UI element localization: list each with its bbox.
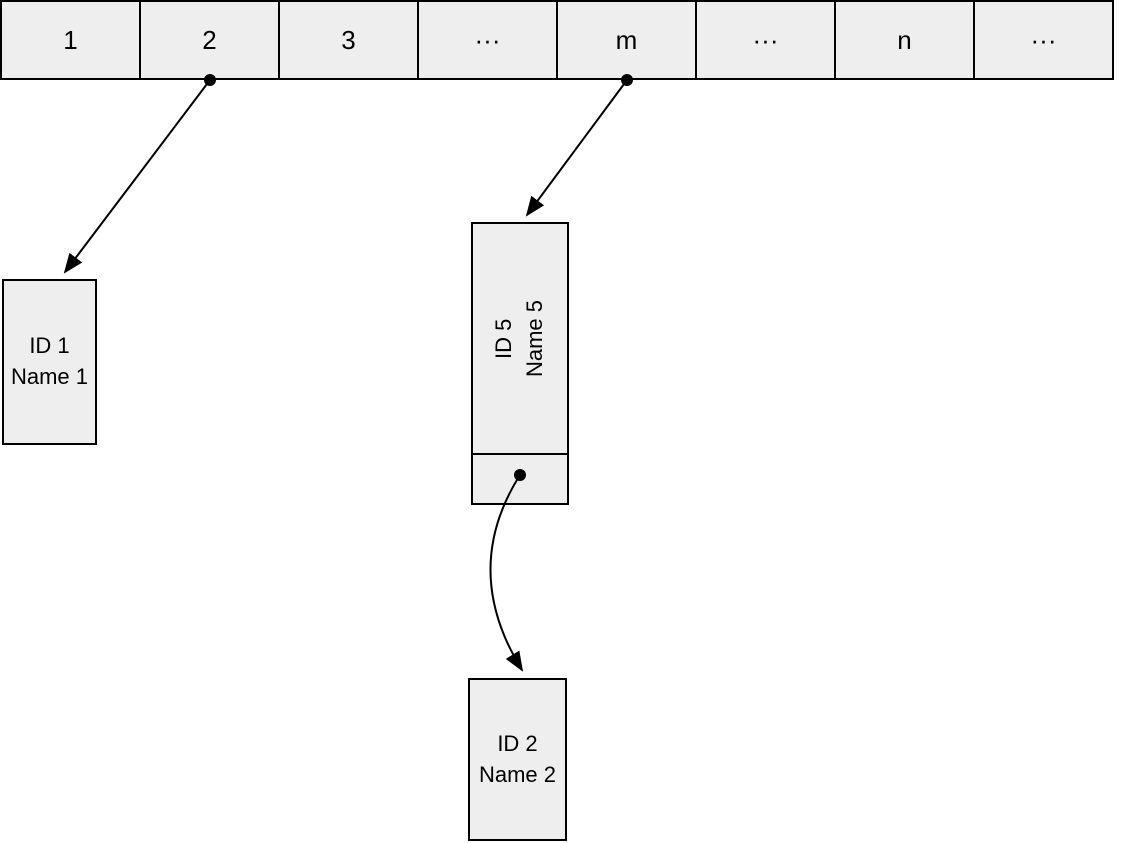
array-cell-3: 3: [278, 0, 419, 80]
node-id5: ID 5 Name 5: [471, 222, 569, 505]
array-cell-1: 1: [0, 0, 141, 80]
array-cell-n: n: [834, 0, 975, 80]
node-id2-id: ID 2: [497, 729, 537, 760]
node-id1: ID 1 Name 1: [2, 279, 97, 445]
node-id2-name: Name 2: [479, 760, 556, 791]
array-cell-ellipsis-2: ···: [695, 0, 836, 80]
node-id5-name: Name 5: [522, 300, 547, 377]
node-id1-name: Name 1: [11, 362, 88, 393]
hash-table-diagram: 1 2 3 ··· m ··· n ··· ID 1 Name 1 ID 5 N…: [0, 0, 1129, 843]
array-cell-m: m: [556, 0, 697, 80]
arrow-cellm-to-node5: [527, 80, 627, 215]
node-id5-id: ID 5: [491, 318, 516, 358]
array-cell-ellipsis-1: ···: [417, 0, 558, 80]
arrow-cell2-to-node1: [65, 80, 210, 272]
node-id2: ID 2 Name 2: [468, 678, 567, 841]
array-cell-ellipsis-3: ···: [973, 0, 1114, 80]
node-id1-id: ID 1: [29, 331, 69, 362]
node-id5-pointer-cell: [473, 453, 567, 503]
array-row: 1 2 3 ··· m ··· n ···: [0, 0, 1114, 80]
array-cell-2: 2: [139, 0, 280, 80]
